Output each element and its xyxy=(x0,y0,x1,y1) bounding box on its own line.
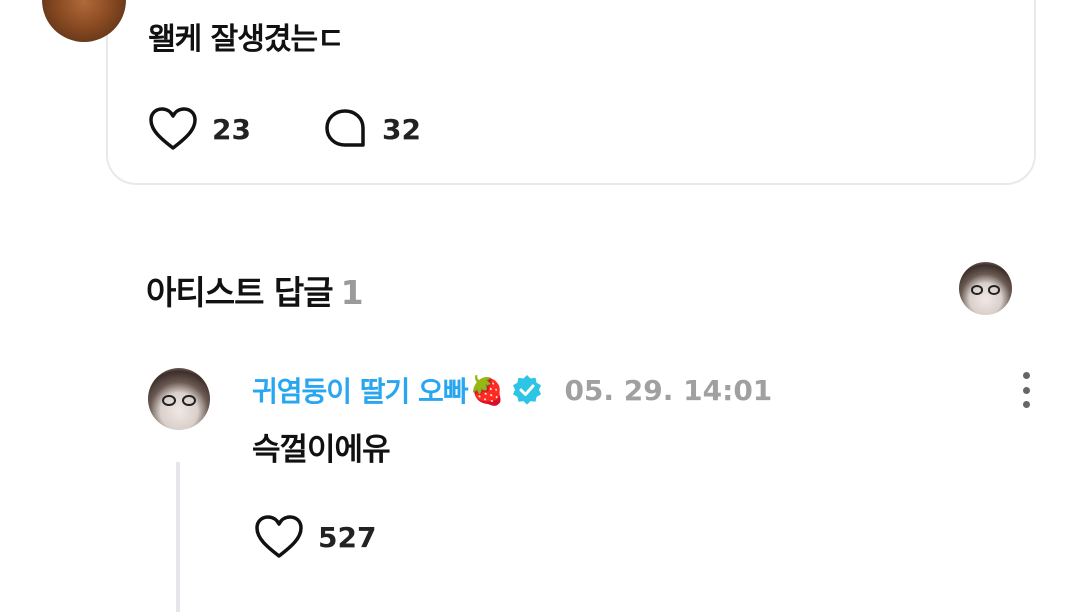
comment-bubble-icon xyxy=(325,109,365,147)
reply-author-name[interactable]: 귀염둥이 딸기 오빠 xyxy=(252,370,469,410)
glasses-icon xyxy=(161,395,197,407)
reply-header: 귀염둥이 딸기 오빠 🍓 05. 29. 14:01 xyxy=(252,370,772,410)
post-comment-button[interactable]: 32 xyxy=(322,106,421,152)
post-like-count: 23 xyxy=(212,112,251,146)
heart-icon xyxy=(149,107,197,150)
strawberry-emoji: 🍓 xyxy=(469,373,505,407)
post-text: 왤케 잘생겼는ㄷ xyxy=(148,22,345,57)
artist-portrait xyxy=(959,262,1012,315)
artist-replies-title: 아티스트 답글 xyxy=(146,273,334,312)
artist-replies-heading: 아티스트 답글 1 xyxy=(146,266,364,314)
more-vertical-icon xyxy=(1022,372,1030,379)
reply-like-count: 527 xyxy=(318,520,377,554)
thread-line xyxy=(176,462,180,612)
reply-timestamp: 05. 29. 14:01 xyxy=(564,373,773,407)
post-like-button[interactable]: 23 xyxy=(148,106,251,152)
heart-icon xyxy=(255,515,303,558)
reply-like-button[interactable]: 527 xyxy=(254,514,376,560)
more-options-button[interactable] xyxy=(1014,372,1038,408)
reply-author-avatar[interactable] xyxy=(148,368,210,430)
verified-badge-icon xyxy=(513,375,542,405)
artist-portrait xyxy=(148,368,210,430)
post-comment-count: 32 xyxy=(382,112,421,146)
artist-profile-avatar[interactable] xyxy=(959,262,1012,315)
artist-replies-count: 1 xyxy=(340,273,364,312)
reply-text: 슥껄이에유 xyxy=(252,432,391,468)
glasses-icon xyxy=(970,285,1001,295)
